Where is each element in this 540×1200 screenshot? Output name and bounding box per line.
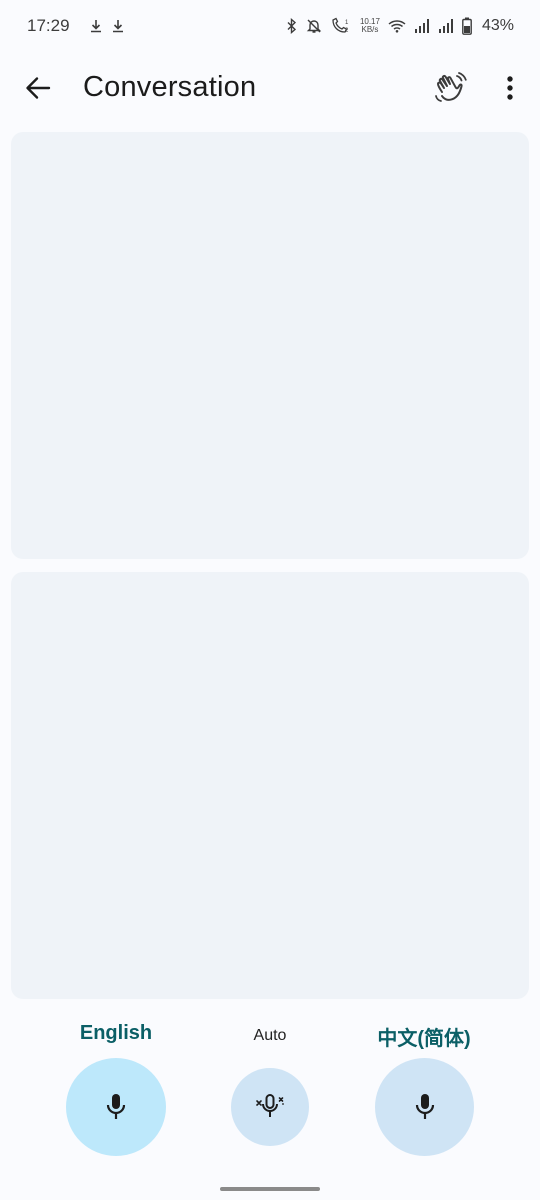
more-options-button[interactable] (488, 66, 532, 110)
bluetooth-icon (286, 18, 298, 34)
waving-hand-icon (433, 72, 469, 106)
signal-icon (414, 18, 430, 34)
page-title: Conversation (83, 71, 257, 103)
right-mic-button[interactable] (375, 1058, 474, 1156)
network-speed: 10.17 KB/s (360, 18, 380, 34)
volte-call-icon: 12 (330, 17, 352, 35)
mic-icon (105, 1093, 127, 1121)
status-bar-left: 17:29 (27, 16, 124, 36)
status-time: 17:29 (27, 16, 70, 35)
home-indicator[interactable] (220, 1187, 320, 1191)
status-bar: 17:29 12 10.17 KB/s 43% (0, 0, 540, 52)
svg-text:1: 1 (345, 20, 349, 26)
battery-percent: 43% (481, 17, 514, 34)
conversation-panel-bottom (11, 572, 529, 999)
more-vert-icon (506, 75, 514, 101)
face-to-face-button[interactable] (428, 66, 474, 112)
auto-mic-icon (254, 1093, 286, 1121)
conversation-screen: 17:29 12 10.17 KB/s 43% Conversation Eng… (0, 0, 540, 1200)
download-icon (90, 19, 102, 33)
download-icon (112, 19, 124, 33)
bell-off-icon (306, 18, 322, 34)
signal-icon (438, 18, 454, 34)
arrow-back-icon (25, 75, 51, 101)
wifi-icon (388, 19, 406, 33)
status-bar-right: 12 10.17 KB/s 43% (286, 17, 514, 35)
app-bar: Conversation (0, 52, 540, 124)
network-speed-unit: KB/s (361, 25, 379, 34)
auto-label: Auto (253, 1027, 287, 1044)
mic-icon (414, 1093, 436, 1121)
svg-text:2: 2 (345, 28, 349, 34)
back-button[interactable] (16, 66, 60, 110)
left-mic-button[interactable] (66, 1058, 166, 1156)
battery-icon (462, 17, 472, 35)
auto-mic-button[interactable] (231, 1068, 309, 1146)
conversation-panel-top (11, 132, 529, 559)
right-language-selector[interactable]: 中文(简体) (365, 1022, 483, 1051)
left-language-selector[interactable]: English (66, 1022, 166, 1045)
